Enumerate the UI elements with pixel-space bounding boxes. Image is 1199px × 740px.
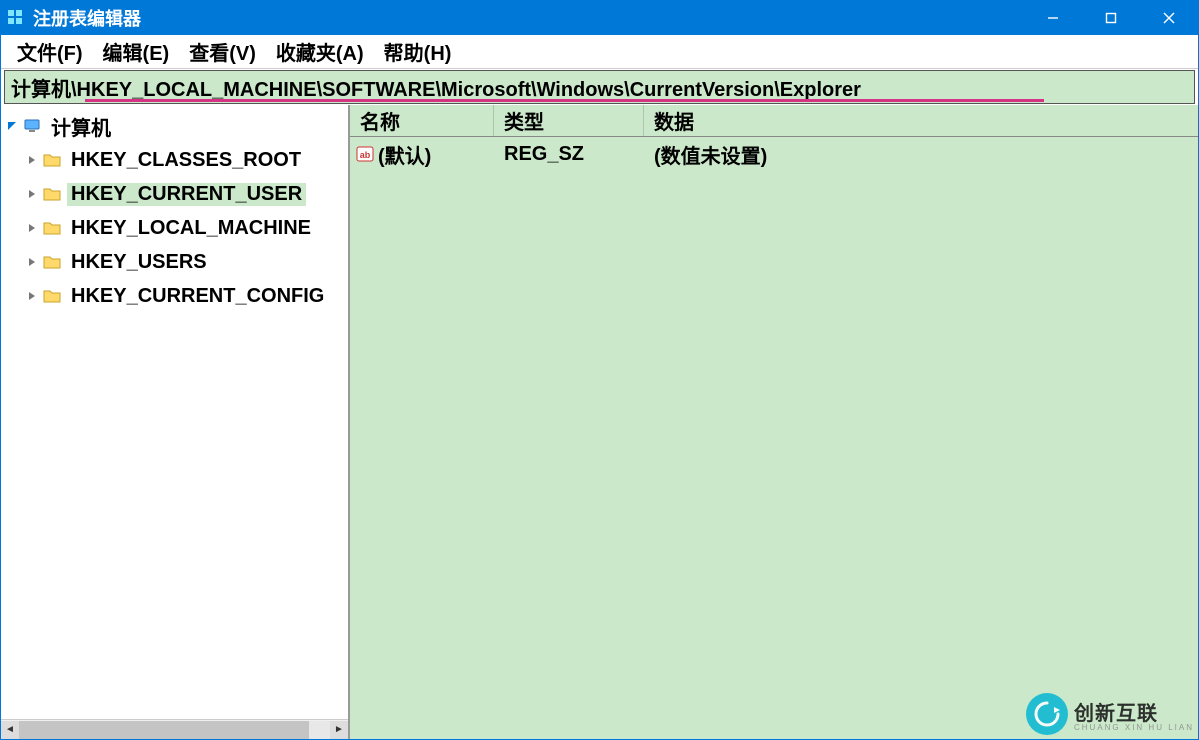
- body: 计算机 HKEY_CLASSES_ROOT: [1, 105, 1198, 739]
- computer-icon: [21, 117, 43, 135]
- value-type: REG_SZ: [494, 143, 644, 166]
- list-rows: ab (默认) REG_SZ (数值未设置): [350, 137, 1198, 739]
- svg-text:ab: ab: [360, 150, 371, 160]
- tree-item-label: HKEY_CURRENT_CONFIG: [67, 285, 328, 308]
- menu-favorites[interactable]: 收藏夹(A): [266, 35, 374, 68]
- address-path: 计算机\HKEY_LOCAL_MACHINE\SOFTWARE\Microsof…: [11, 73, 861, 102]
- folder-icon: [41, 152, 63, 168]
- scroll-left-button[interactable]: ◄: [1, 721, 19, 739]
- list-header: 名称 类型 数据: [350, 105, 1198, 137]
- values-panel: 名称 类型 数据 ab (默认) REG_SZ (数值未设置): [350, 105, 1198, 739]
- value-name: (默认): [378, 140, 431, 169]
- chevron-right-icon[interactable]: [23, 223, 41, 233]
- folder-icon: [41, 186, 63, 202]
- tree-item-label: HKEY_CLASSES_ROOT: [67, 149, 305, 172]
- column-header-name[interactable]: 名称: [350, 105, 494, 136]
- tree-inner: 计算机 HKEY_CLASSES_ROOT: [1, 105, 348, 719]
- titlebar[interactable]: 注册表编辑器: [1, 1, 1198, 35]
- watermark-sub: CHUANG XIN HU LIAN: [1074, 723, 1194, 732]
- chevron-right-icon[interactable]: [23, 189, 41, 199]
- app-window: 注册表编辑器 文件(F) 编辑(E) 查看(V) 收藏夹(A) 帮助(H) 计算…: [0, 0, 1199, 740]
- scroll-right-button[interactable]: ►: [330, 721, 348, 739]
- tree-root-label: 计算机: [47, 112, 115, 141]
- address-bar[interactable]: 计算机\HKEY_LOCAL_MACHINE\SOFTWARE\Microsof…: [4, 70, 1195, 104]
- tree-item-label: HKEY_CURRENT_USER: [67, 183, 306, 206]
- value-name-cell: ab (默认): [350, 140, 494, 169]
- watermark-logo-icon: [1026, 693, 1068, 735]
- tree-item-hku[interactable]: HKEY_USERS: [1, 245, 348, 279]
- folder-icon: [41, 220, 63, 236]
- menu-file[interactable]: 文件(F): [7, 35, 93, 68]
- tree-horizontal-scrollbar[interactable]: ◄ ►: [1, 719, 348, 739]
- close-button[interactable]: [1140, 1, 1198, 35]
- window-title: 注册表编辑器: [33, 5, 1024, 31]
- menubar: 文件(F) 编辑(E) 查看(V) 收藏夹(A) 帮助(H): [1, 35, 1198, 69]
- folder-icon: [41, 254, 63, 270]
- column-header-type[interactable]: 类型: [494, 105, 644, 136]
- minimize-button[interactable]: [1024, 1, 1082, 35]
- tree-root[interactable]: 计算机: [1, 109, 348, 143]
- scroll-track[interactable]: [19, 721, 330, 739]
- tree-panel: 计算机 HKEY_CLASSES_ROOT: [1, 105, 350, 739]
- chevron-right-icon[interactable]: [23, 155, 41, 165]
- column-header-data[interactable]: 数据: [644, 105, 1198, 136]
- app-icon: [7, 9, 25, 27]
- tree-item-hkcr[interactable]: HKEY_CLASSES_ROOT: [1, 143, 348, 177]
- tree-item-hkcu[interactable]: HKEY_CURRENT_USER: [1, 177, 348, 211]
- tree-item-hklm[interactable]: HKEY_LOCAL_MACHINE: [1, 211, 348, 245]
- address-underline: [85, 99, 1044, 102]
- chevron-down-icon[interactable]: [3, 121, 21, 131]
- window-buttons: [1024, 1, 1198, 35]
- menu-help[interactable]: 帮助(H): [374, 35, 462, 68]
- menu-edit[interactable]: 编辑(E): [93, 35, 180, 68]
- chevron-right-icon[interactable]: [23, 291, 41, 301]
- string-value-icon: ab: [356, 145, 374, 163]
- chevron-right-icon[interactable]: [23, 257, 41, 267]
- watermark: 创新互联 CHUANG XIN HU LIAN: [1026, 693, 1194, 735]
- watermark-text-group: 创新互联 CHUANG XIN HU LIAN: [1074, 697, 1194, 732]
- tree-item-label: HKEY_USERS: [67, 251, 211, 274]
- folder-icon: [41, 288, 63, 304]
- tree-item-label: HKEY_LOCAL_MACHINE: [67, 217, 315, 240]
- watermark-brand: 创新互联: [1074, 697, 1194, 726]
- menu-view[interactable]: 查看(V): [179, 35, 266, 68]
- list-row[interactable]: ab (默认) REG_SZ (数值未设置): [350, 137, 1198, 171]
- maximize-button[interactable]: [1082, 1, 1140, 35]
- scroll-thumb[interactable]: [19, 721, 309, 739]
- value-data: (数值未设置): [644, 140, 1198, 169]
- tree-item-hkcc[interactable]: HKEY_CURRENT_CONFIG: [1, 279, 348, 313]
